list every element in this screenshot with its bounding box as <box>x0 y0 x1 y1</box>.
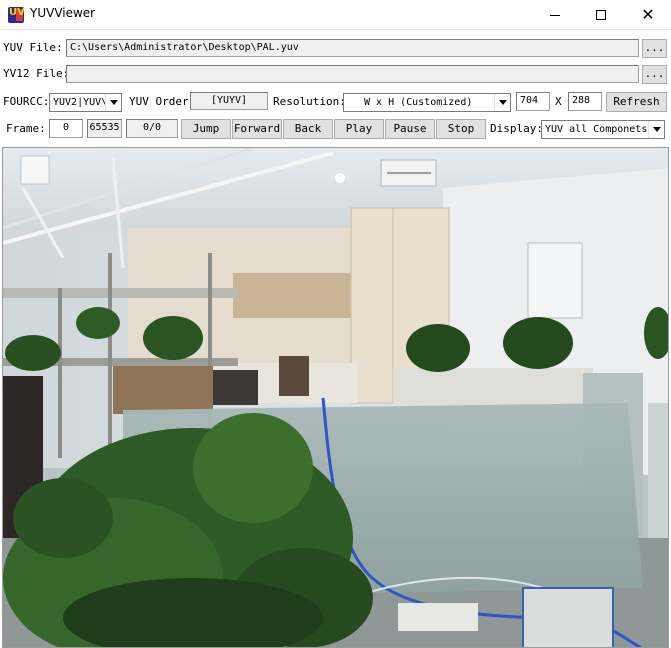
yuv-file-browse-button[interactable]: ... <box>642 39 667 58</box>
chevron-down-icon <box>648 121 664 138</box>
display-selected-value: YUV all Componets <box>545 124 648 135</box>
refresh-button[interactable]: Refresh <box>606 92 667 112</box>
fourcc-label: FOURCC: <box>3 95 50 108</box>
width-input[interactable]: 704 <box>516 92 550 111</box>
display-label: Display: <box>490 122 543 135</box>
yv12-file-label: YV12 File: <box>3 67 70 80</box>
yv12-file-browse-button[interactable]: ... <box>642 65 667 84</box>
height-input[interactable]: 288 <box>568 92 602 111</box>
window-title: YUVViewer <box>30 6 96 20</box>
forward-button[interactable]: Forward <box>232 119 282 139</box>
close-button[interactable]: ✕ <box>625 0 671 30</box>
yuv-order-label: YUV Order: <box>129 95 196 108</box>
play-button[interactable]: Play <box>334 119 384 139</box>
frame-count-value: 0/0 <box>126 119 178 138</box>
minimize-icon <box>550 14 560 16</box>
frame-input[interactable]: 0 <box>49 119 83 138</box>
yuv-file-path-field[interactable]: C:\Users\Administrator\Desktop\PAL.yuv <box>66 39 639 57</box>
fourcc-select[interactable]: YUV2|YUV\ <box>49 93 122 112</box>
pause-button[interactable]: Pause <box>385 119 435 139</box>
video-frame-viewer[interactable] <box>2 147 669 648</box>
frame-label: Frame: <box>6 122 46 135</box>
back-button[interactable]: Back <box>283 119 333 139</box>
chevron-down-icon <box>494 94 510 111</box>
yv12-file-path-field[interactable] <box>66 65 639 83</box>
title-bar: UV YUVViewer ✕ <box>0 0 671 30</box>
jump-button[interactable]: Jump <box>181 119 231 139</box>
app-logo-icon: UV <box>8 7 25 23</box>
yuv-file-label: YUV File: <box>3 41 63 54</box>
maximize-icon <box>596 10 606 20</box>
stop-button[interactable]: Stop <box>436 119 486 139</box>
frame-max-value: 65535 <box>87 119 122 138</box>
resolution-x-label: X <box>555 95 562 108</box>
resolution-selected-value: W x H (Customized) <box>364 97 473 108</box>
display-select[interactable]: YUV all Componets <box>541 120 665 139</box>
resolution-label: Resolution: <box>273 95 346 108</box>
close-icon: ✕ <box>641 5 655 24</box>
minimize-button[interactable] <box>532 0 578 30</box>
yuv-order-value: [YUYV] <box>190 92 268 110</box>
resolution-select[interactable]: W x H (Customized) <box>343 93 511 112</box>
maximize-button[interactable] <box>578 0 624 30</box>
chevron-down-icon <box>105 94 121 111</box>
video-frame-image <box>3 148 668 647</box>
fourcc-selected-value: YUV2|YUV\ <box>53 97 108 108</box>
